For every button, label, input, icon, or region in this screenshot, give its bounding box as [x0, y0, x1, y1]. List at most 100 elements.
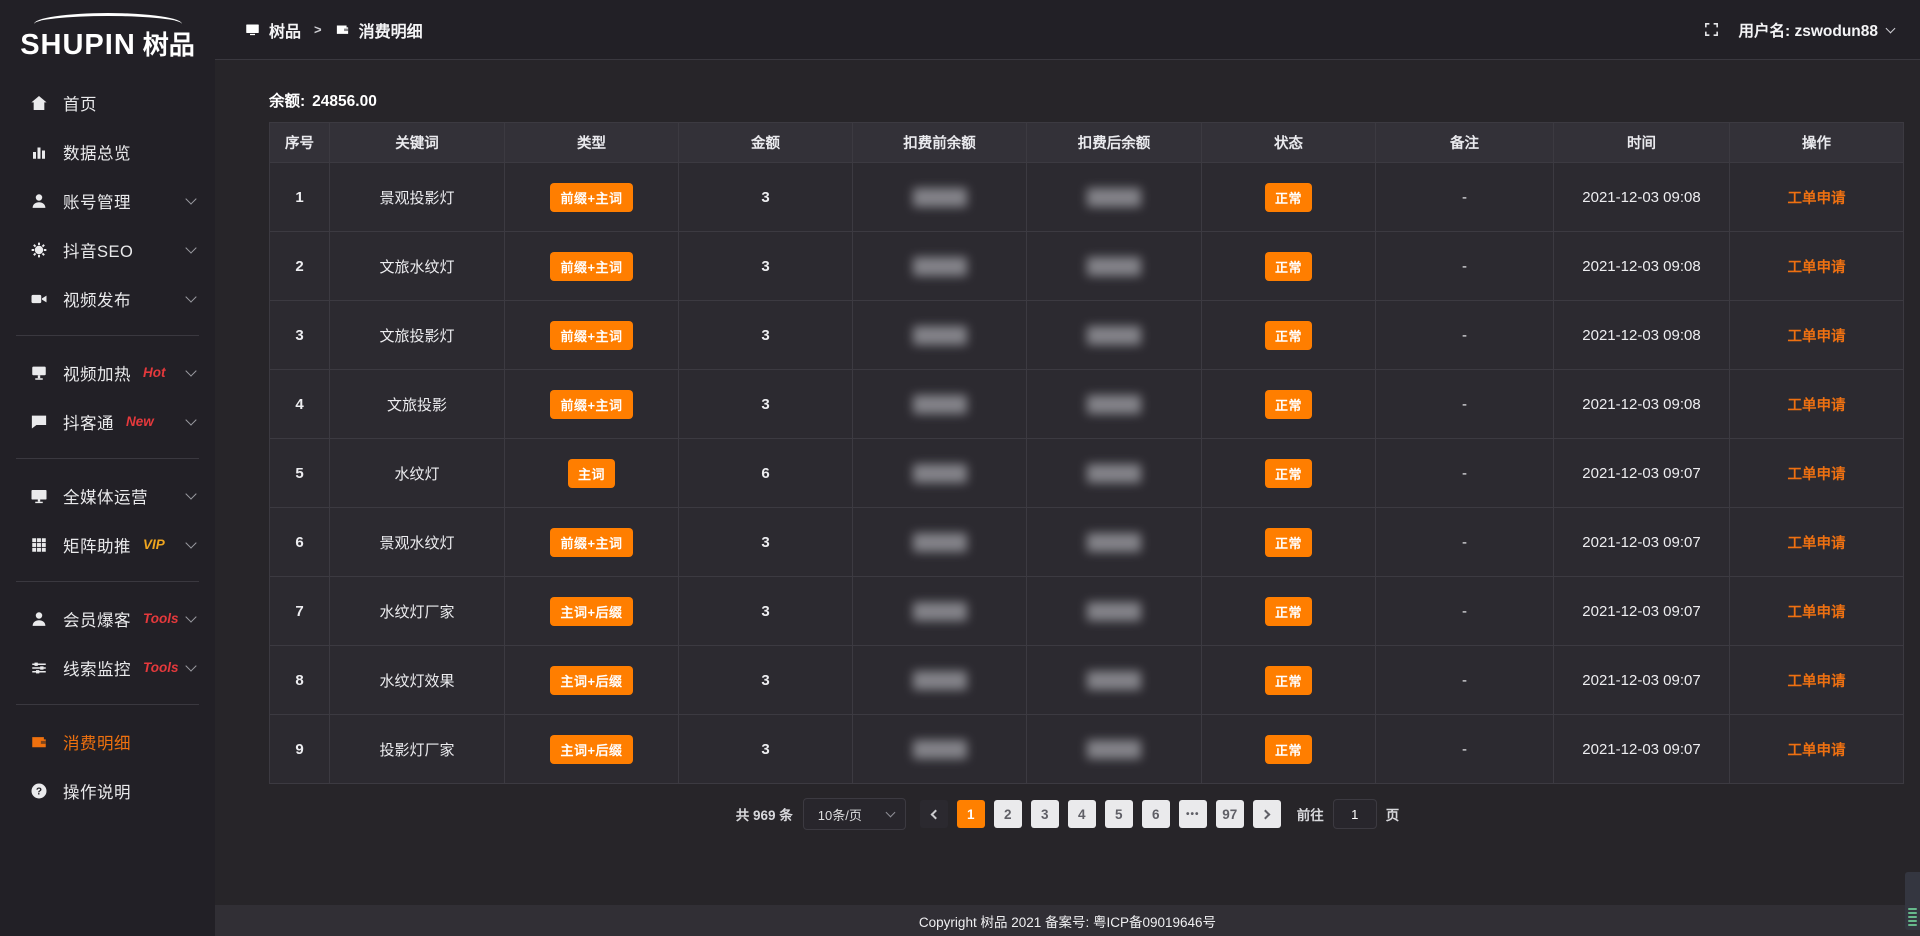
cell-status: 正常 — [1202, 232, 1376, 301]
cell-status: 正常 — [1202, 508, 1376, 577]
page-button-6[interactable]: 6 — [1142, 800, 1170, 828]
sidebar-divider — [16, 581, 199, 582]
table-row: 4文旅投影前缀+主词3正常-2021-12-03 09:08工单申请 — [270, 370, 1904, 439]
status-badge: 正常 — [1265, 390, 1312, 419]
sidebar-item-video-publish[interactable]: 视频发布 — [0, 274, 215, 323]
sidebar-item-tag: Hot — [143, 365, 166, 380]
breadcrumb-current[interactable]: 消费明细 — [359, 18, 423, 42]
next-page-button[interactable] — [1253, 800, 1281, 828]
ticket-request-link[interactable]: 工单申请 — [1788, 325, 1846, 346]
page-buttons: 123456 ••• 97 — [920, 800, 1281, 828]
sidebar-item-label: 全媒体运营 — [63, 484, 148, 508]
cell-type: 主词+后缀 — [505, 715, 679, 784]
masked-value — [913, 602, 967, 621]
sidebar-item-member-burst[interactable]: 会员爆客Tools — [0, 594, 215, 643]
status-badge: 正常 — [1265, 597, 1312, 626]
cell-balance-before — [853, 232, 1027, 301]
publish-icon — [30, 290, 48, 308]
help-icon: ? — [30, 782, 48, 800]
type-badge: 主词+后缀 — [550, 666, 632, 695]
sidebar-item-tag: Tools — [143, 611, 179, 626]
masked-value — [913, 326, 967, 345]
column-header: 时间 — [1554, 123, 1730, 163]
type-badge: 主词+后缀 — [550, 597, 632, 626]
masked-value — [1087, 602, 1141, 621]
sidebar-item-douyin-seo[interactable]: 抖音SEO — [0, 225, 215, 274]
ticket-request-link[interactable]: 工单申请 — [1788, 187, 1846, 208]
home-icon — [30, 94, 48, 112]
cell-time: 2021-12-03 09:07 — [1554, 439, 1730, 508]
ticket-request-link[interactable]: 工单申请 — [1788, 739, 1846, 760]
page-button-1[interactable]: 1 — [957, 800, 985, 828]
total-count-label: 共 969 条 — [736, 804, 793, 824]
page-button-4[interactable]: 4 — [1068, 800, 1096, 828]
sidebar-item-clue-monitor[interactable]: 线索监控Tools — [0, 643, 215, 692]
table-row: 5水纹灯主词6正常-2021-12-03 09:07工单申请 — [270, 439, 1904, 508]
fullscreen-icon[interactable] — [1703, 21, 1720, 38]
type-badge: 前缀+主词 — [550, 183, 632, 212]
sidebar-item-tag: New — [126, 414, 154, 429]
sidebar-item-label: 矩阵助推 — [63, 533, 131, 557]
page-button-5[interactable]: 5 — [1105, 800, 1133, 828]
masked-value — [1087, 740, 1141, 759]
masked-value — [1087, 326, 1141, 345]
sidebar-item-label: 视频加热 — [63, 361, 131, 385]
cell-action: 工单申请 — [1730, 577, 1904, 646]
sidebar-divider — [16, 335, 199, 336]
cell-remark: - — [1376, 301, 1554, 370]
status-badge: 正常 — [1265, 666, 1312, 695]
cell-balance-after — [1027, 715, 1202, 784]
sidebar-item-data-overview[interactable]: 数据总览 — [0, 127, 215, 176]
ticket-request-link[interactable]: 工单申请 — [1788, 463, 1846, 484]
ticket-request-link[interactable]: 工单申请 — [1788, 670, 1846, 691]
sidebar-item-matrix-boost[interactable]: 矩阵助推VIP — [0, 520, 215, 569]
cell-remark: - — [1376, 163, 1554, 232]
sidebar: SHUPIN 树品 首页数据总览账号管理抖音SEO视频发布视频加热Hot抖客通N… — [0, 0, 215, 936]
cell-keyword: 文旅投影灯 — [330, 301, 505, 370]
cell-amount: 6 — [679, 439, 853, 508]
page-size-select[interactable]: 10条/页 — [803, 798, 906, 830]
sidebar-item-label: 数据总览 — [63, 140, 131, 164]
sidebar-item-doukewtong[interactable]: 抖客通New — [0, 397, 215, 446]
sidebar-item-help[interactable]: ?操作说明 — [0, 766, 215, 815]
cell-amount: 3 — [679, 577, 853, 646]
floating-contact-widget[interactable] — [1905, 872, 1920, 930]
ticket-request-link[interactable]: 工单申请 — [1788, 532, 1846, 553]
sidebar-item-consume-detail[interactable]: 消费明细 — [0, 717, 215, 766]
column-header: 操作 — [1730, 123, 1904, 163]
cell-index: 4 — [270, 370, 330, 439]
sidebar-item-video-heat[interactable]: 视频加热 Hot — [0, 348, 215, 397]
cell-balance-after — [1027, 646, 1202, 715]
type-badge: 前缀+主词 — [550, 528, 632, 557]
cell-index: 7 — [270, 577, 330, 646]
status-badge: 正常 — [1265, 735, 1312, 764]
cell-status: 正常 — [1202, 370, 1376, 439]
chevron-down-icon — [185, 660, 196, 671]
cell-time: 2021-12-03 09:07 — [1554, 508, 1730, 577]
sidebar-item-media-ops[interactable]: 全媒体运营 — [0, 471, 215, 520]
cell-type: 前缀+主词 — [505, 232, 679, 301]
breadcrumb-root[interactable]: 树品 — [269, 18, 301, 42]
status-badge: 正常 — [1265, 528, 1312, 557]
page-button-3[interactable]: 3 — [1031, 800, 1059, 828]
page-button-2[interactable]: 2 — [994, 800, 1022, 828]
goto-page-input[interactable] — [1333, 799, 1377, 829]
sidebar-item-home[interactable]: 首页 — [0, 78, 215, 127]
arrow-left-icon — [930, 809, 940, 819]
type-badge: 前缀+主词 — [550, 252, 632, 281]
balance-value: 24856.00 — [312, 93, 377, 110]
sidebar-item-label: 视频发布 — [63, 287, 131, 311]
more-pages-button[interactable]: ••• — [1179, 800, 1207, 828]
page-button-97[interactable]: 97 — [1216, 800, 1244, 828]
column-header: 备注 — [1376, 123, 1554, 163]
app-icon — [245, 22, 260, 37]
ticket-request-link[interactable]: 工单申请 — [1788, 601, 1846, 622]
user-dropdown[interactable]: 用户名: zswodun88 — [1738, 19, 1894, 41]
user-icon — [30, 192, 48, 210]
prev-page-button[interactable] — [920, 800, 948, 828]
sidebar-item-account[interactable]: 账号管理 — [0, 176, 215, 225]
ticket-request-link[interactable]: 工单申请 — [1788, 256, 1846, 277]
cell-remark: - — [1376, 646, 1554, 715]
ticket-request-link[interactable]: 工单申请 — [1788, 394, 1846, 415]
cell-time: 2021-12-03 09:07 — [1554, 715, 1730, 784]
